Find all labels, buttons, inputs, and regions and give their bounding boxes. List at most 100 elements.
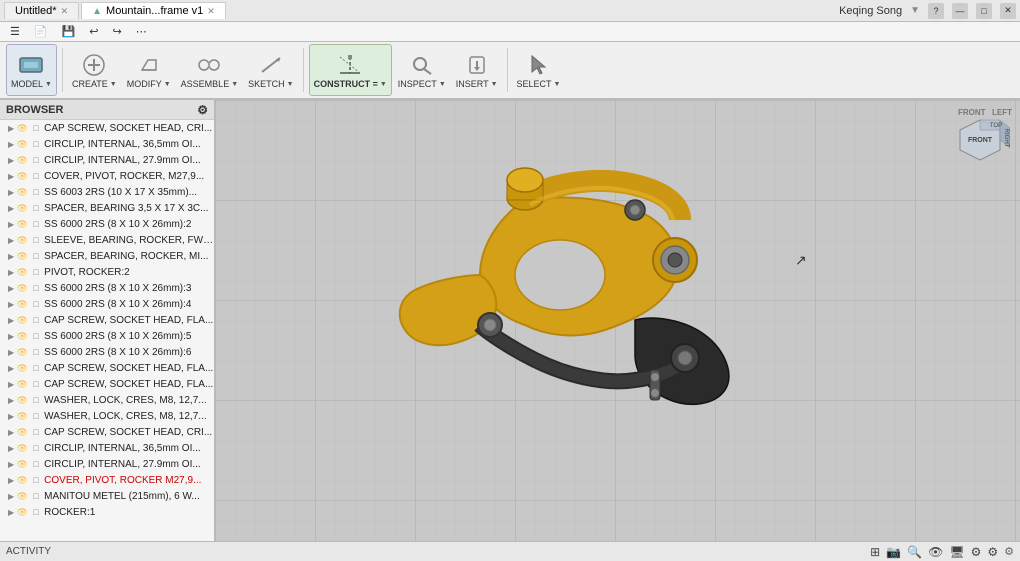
component-icon: □ [30,474,42,486]
browser-item[interactable]: ▶ 👁 □ SPACER, BEARING, ROCKER, MI... [0,248,214,264]
titlebar: Untitled* ✕ ▲ Mountain...frame v1 ✕ Keqi… [0,0,1020,22]
menu-save[interactable]: 💾 [56,24,82,39]
toolbar-create[interactable]: CREATE ▼ [68,44,121,96]
expand-icon: ▶ [8,476,14,485]
component-icon: □ [30,506,42,518]
bottom-grid-icon[interactable]: ⊞ [870,545,880,559]
expand-icon: ▶ [8,236,14,245]
visibility-icon: 👁 [16,234,28,246]
tab-mountain-frame[interactable]: ▲ Mountain...frame v1 ✕ [81,2,226,19]
browser-item-label: CAP SCREW, SOCKET HEAD, CRI... [44,123,212,134]
browser-settings-icon[interactable]: ⚙ [197,103,208,117]
browser-item[interactable]: ▶ 👁 □ SLEEVE, BEARING, ROCKER, FWI... [0,232,214,248]
toolbar-select[interactable]: SELECT ▼ [513,44,565,96]
sketch-label: SKETCH ▼ [248,79,293,89]
browser-item[interactable]: ▶ 👁 □ SS 6000 2RS (8 X 10 X 26mm):6 [0,344,214,360]
browser-item[interactable]: ▶ 👁 □ CIRCLIP, INTERNAL, 27.9mm OI... [0,456,214,472]
bottom-camera-icon[interactable]: 📷 [886,545,901,559]
browser-item[interactable]: ▶ 👁 □ CIRCLIP, INTERNAL, 36,5mm OI... [0,136,214,152]
construct-icon [334,51,366,79]
expand-icon: ▶ [8,140,14,149]
browser-item-label: COVER, PIVOT, ROCKER, M27,9... [44,171,204,182]
visibility-icon: 👁 [16,282,28,294]
component-icon: □ [30,266,42,278]
component-icon: □ [30,250,42,262]
browser-item[interactable]: ▶ 👁 □ WASHER, LOCK, CRES, M8, 12,7... [0,408,214,424]
menu-app[interactable]: ☰ [4,24,26,39]
toolbar-model[interactable]: MODEL ▼ [6,44,57,96]
browser-item-label: CAP SCREW, SOCKET HEAD, FLA... [44,379,213,390]
visibility-icon: 👁 [16,362,28,374]
toolbar-modify[interactable]: MODIFY ▼ [123,44,175,96]
browser-item-label: CIRCLIP, INTERNAL, 36,5mm OI... [44,443,201,454]
expand-icon: ▶ [8,284,14,293]
expand-icon: ▶ [8,188,14,197]
main-area: BROWSER ⚙ ▶ 👁 □ CAP SCREW, SOCKET HEAD, … [0,100,1020,541]
expand-icon: ▶ [8,412,14,421]
browser-item[interactable]: ▶ 👁 □ COVER, PIVOT, ROCKER M27,9... [0,472,214,488]
browser-item[interactable]: ▶ 👁 □ CAP SCREW, SOCKET HEAD, FLA... [0,360,214,376]
browser-item-label: SLEEVE, BEARING, ROCKER, FWI... [44,235,214,246]
bottom-view-icon[interactable]: 👁 [928,545,943,559]
component-icon: □ [30,362,42,374]
model-icon [15,51,47,79]
bottom-settings-icon[interactable]: ⚙ [971,545,982,559]
browser-item[interactable]: ▶ 👁 □ PIVOT, ROCKER:2 [0,264,214,280]
viewcube[interactable]: FRONT TOP RIGHT LEFT FRONT [950,110,1010,170]
expand-icon: ▶ [8,156,14,165]
browser-item[interactable]: ▶ 👁 □ COVER, PIVOT, ROCKER, M27,9... [0,168,214,184]
toolbar-sketch[interactable]: SKETCH ▼ [244,44,297,96]
window-close[interactable]: ✕ [1000,3,1016,19]
visibility-icon: 👁 [16,266,28,278]
browser-item[interactable]: ▶ 👁 □ CAP SCREW, SOCKET HEAD, CRI... [0,120,214,136]
browser-item[interactable]: ▶ 👁 □ CIRCLIP, INTERNAL, 27.9mm OI... [0,152,214,168]
window-restore[interactable]: □ [976,3,992,19]
browser-item-label: PIVOT, ROCKER:2 [44,267,130,278]
modify-label: MODIFY ▼ [127,79,171,89]
browser-item[interactable]: ▶ 👁 □ CAP SCREW, SOCKET HEAD, FLA... [0,376,214,392]
bottom-right-icon[interactable]: ⚙ [1004,545,1014,558]
menu-undo[interactable]: ↩ [83,24,104,39]
viewport[interactable]: ↗ FRONT TOP RIGHT LEFT FRONT [215,100,1020,541]
model-label: MODEL ▼ [11,79,52,89]
expand-icon: ▶ [8,396,14,405]
menu-more[interactable]: ⋯ [130,24,153,39]
browser-item[interactable]: ▶ 👁 □ CAP SCREW, SOCKET HEAD, FLA... [0,312,214,328]
browser-title: BROWSER [6,104,63,116]
component-icon: □ [30,314,42,326]
close-tab-untitled[interactable]: ✕ [61,6,69,17]
browser-item[interactable]: ▶ 👁 □ MANITOU METEL (215mm), 6 W... [0,488,214,504]
window-minimize[interactable]: — [952,3,968,19]
browser-item[interactable]: ▶ 👁 □ SS 6000 2RS (8 X 10 X 26mm):5 [0,328,214,344]
browser-item[interactable]: ▶ 👁 □ SS 6000 2RS (8 X 10 X 26mm):3 [0,280,214,296]
visibility-icon: 👁 [16,314,28,326]
bottom-zoom-icon[interactable]: 🔍 [907,545,922,559]
component-icon: □ [30,346,42,358]
bottom-more-icon[interactable]: ⚙ [987,545,998,559]
toolbar-construct[interactable]: CONSTRUCT = ▼ [309,44,392,96]
assemble-label: ASSEMBLE ▼ [181,79,238,89]
browser-item[interactable]: ▶ 👁 □ WASHER, LOCK, CRES, M8, 12,7... [0,392,214,408]
visibility-icon: 👁 [16,330,28,342]
browser-item-label: CAP SCREW, SOCKET HEAD, CRI... [44,427,212,438]
browser-item[interactable]: ▶ 👁 □ ROCKER:1 [0,504,214,520]
close-tab-frame[interactable]: ✕ [207,6,215,17]
help-icon[interactable]: ? [928,3,944,19]
browser-item[interactable]: ▶ 👁 □ SS 6000 2RS (8 X 10 X 26mm):4 [0,296,214,312]
browser-item[interactable]: ▶ 👁 □ SPACER, BEARING 3,5 X 17 X 3C... [0,200,214,216]
create-icon [78,51,110,79]
browser-item[interactable]: ▶ 👁 □ CIRCLIP, INTERNAL, 36,5mm OI... [0,440,214,456]
expand-icon: ▶ [8,444,14,453]
toolbar-assemble[interactable]: ASSEMBLE ▼ [177,44,242,96]
toolbar-inspect[interactable]: INSPECT ▼ [394,44,450,96]
construct-label: CONSTRUCT = ▼ [314,79,387,89]
menu-redo[interactable]: ↪ [107,24,128,39]
browser-item[interactable]: ▶ 👁 □ SS 6000 2RS (8 X 10 X 26mm):2 [0,216,214,232]
tab-untitled[interactable]: Untitled* ✕ [4,2,79,19]
visibility-icon: 👁 [16,378,28,390]
bottom-display-icon[interactable]: 🖥 [949,545,964,559]
toolbar-insert[interactable]: INSERT ▼ [452,44,502,96]
menu-new[interactable]: 📄 [28,24,54,39]
browser-item[interactable]: ▶ 👁 □ SS 6003 2RS (10 X 17 X 35mm)... [0,184,214,200]
browser-item[interactable]: ▶ 👁 □ CAP SCREW, SOCKET HEAD, CRI... [0,424,214,440]
